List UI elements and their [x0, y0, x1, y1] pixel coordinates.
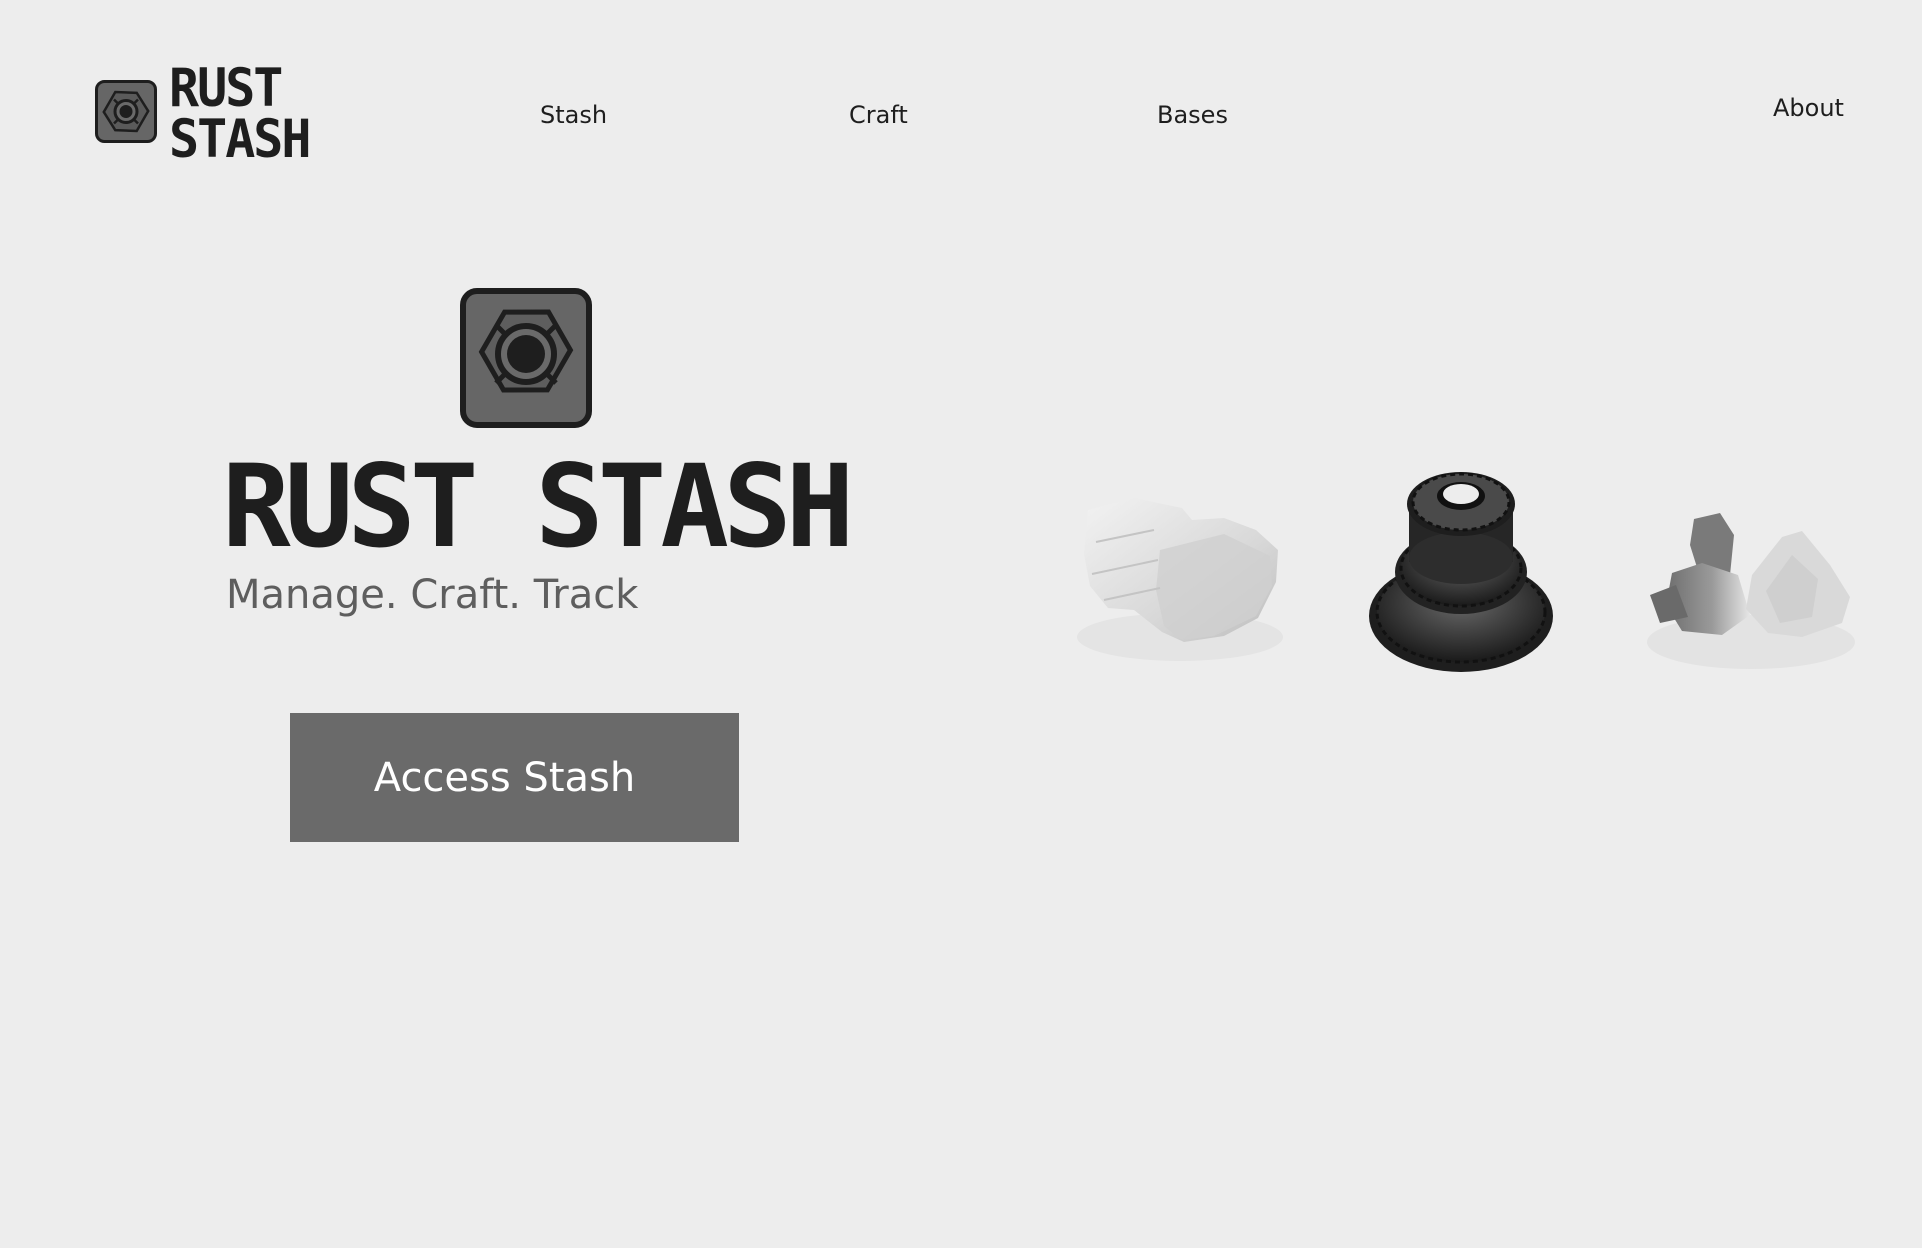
nav-stash[interactable]: Stash	[540, 103, 607, 127]
safe-icon	[95, 80, 157, 143]
access-stash-button[interactable]: Access Stash	[290, 713, 739, 842]
stone-chunk-image	[1077, 498, 1283, 661]
logo-line-2: STASH	[169, 108, 312, 170]
gear-stack-image	[1369, 472, 1553, 672]
logo-link[interactable]: RUST STASH	[95, 60, 331, 170]
safe-icon	[460, 288, 592, 428]
hero-title: RUST STASH	[222, 440, 854, 573]
nav-bases[interactable]: Bases	[1157, 103, 1228, 127]
logo-wordmark: RUST STASH	[169, 60, 331, 170]
nav-about[interactable]: About	[1773, 96, 1844, 120]
hero-subtitle: Manage. Craft. Track	[226, 572, 639, 618]
metal-fragments-image	[1647, 513, 1855, 669]
nav-craft[interactable]: Craft	[849, 103, 908, 127]
logo-line-1: RUST	[169, 57, 283, 119]
access-stash-label: Access Stash	[373, 754, 636, 801]
